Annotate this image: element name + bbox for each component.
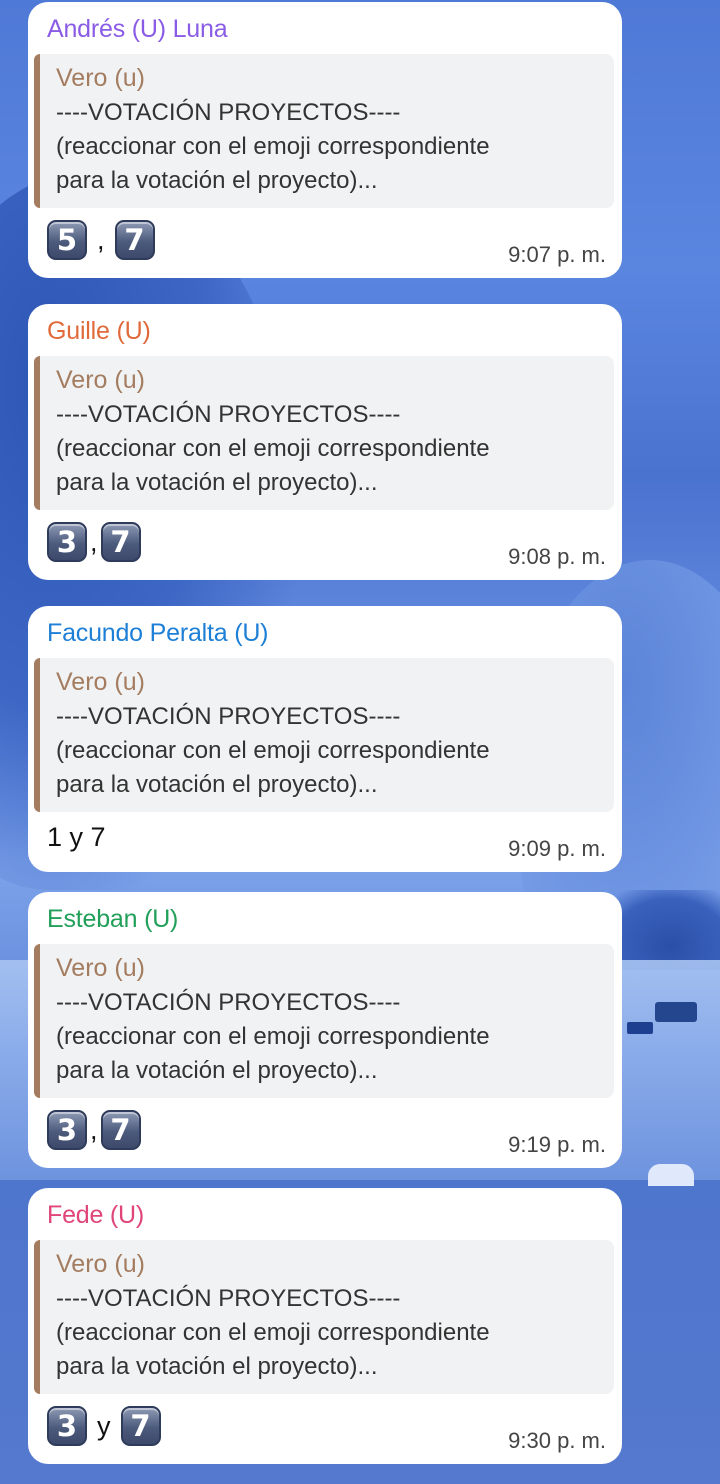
quoted-text-line: (reaccionar con el emoji correspondiente <box>56 435 490 462</box>
reply-content: 3 , 7 <box>47 522 141 562</box>
quoted-text-line: ----VOTACIÓN PROYECTOS---- <box>56 1285 401 1312</box>
reply-row: 3 , 7 9:19 p. m. <box>46 1098 608 1168</box>
message-bubble[interactable]: Facundo Peralta (U) Vero (u) ----VOTACIÓ… <box>28 606 622 872</box>
message-list[interactable]: Andrés (U) Luna Vero (u) ----VOTACIÓN PR… <box>0 0 720 1484</box>
keycap-digit-emoji: 3 <box>47 1110 87 1150</box>
keycap-digit-emoji: 7 <box>100 522 141 562</box>
sender-name[interactable]: Guille (U) <box>47 316 608 346</box>
quote-bar <box>34 356 40 510</box>
quoted-text-line: para la votación el proyecto)... <box>56 1353 378 1380</box>
quoted-text-line: para la votación el proyecto)... <box>56 469 378 496</box>
quoted-text-line: para la votación el proyecto)... <box>56 1057 378 1084</box>
quote-bar <box>34 658 40 812</box>
keycap-digit-emoji: 3 <box>47 1406 87 1446</box>
keycap-digit-emoji: 5 <box>47 220 87 260</box>
quoted-text-line: (reaccionar con el emoji correspondiente <box>56 737 490 764</box>
sender-name[interactable]: Facundo Peralta (U) <box>47 618 608 648</box>
message-bubble[interactable]: Fede (U) Vero (u) ----VOTACIÓN PROYECTOS… <box>28 1188 622 1464</box>
sender-name[interactable]: Fede (U) <box>47 1200 608 1230</box>
message-bubble[interactable]: Andrés (U) Luna Vero (u) ----VOTACIÓN PR… <box>28 2 622 278</box>
quote-bar <box>34 944 40 1098</box>
quoted-message[interactable]: Vero (u) ----VOTACIÓN PROYECTOS---- (rea… <box>34 54 614 208</box>
quoted-text-line: ----VOTACIÓN PROYECTOS---- <box>56 401 401 428</box>
message-time: 9:07 p. m. <box>508 242 606 267</box>
message-bubble[interactable]: Guille (U) Vero (u) ----VOTACIÓN PROYECT… <box>28 304 622 580</box>
quoted-text-line: para la votación el proyecto)... <box>56 771 378 798</box>
quote-bar <box>34 1240 40 1394</box>
keycap-digit-emoji: 7 <box>100 1110 141 1150</box>
message-time: 9:08 p. m. <box>508 544 606 569</box>
quoted-text-line: ----VOTACIÓN PROYECTOS---- <box>56 99 401 126</box>
quoted-message[interactable]: Vero (u) ----VOTACIÓN PROYECTOS---- (rea… <box>34 1240 614 1394</box>
reply-separator: , <box>90 1114 98 1145</box>
quoted-sender-name: Vero (u) <box>56 668 145 696</box>
quoted-message[interactable]: Vero (u) ----VOTACIÓN PROYECTOS---- (rea… <box>34 356 614 510</box>
quoted-sender-name: Vero (u) <box>56 64 145 92</box>
keycap-digit-emoji: 7 <box>114 220 155 260</box>
quoted-text-line: para la votación el proyecto)... <box>56 167 378 194</box>
quoted-sender-name: Vero (u) <box>56 1250 145 1278</box>
quoted-text-line: ----VOTACIÓN PROYECTOS---- <box>56 989 401 1016</box>
sender-name[interactable]: Esteban (U) <box>47 904 608 934</box>
quoted-text-line: (reaccionar con el emoji correspondiente <box>56 1023 490 1050</box>
reply-row: 1 y 7 9:09 p. m. <box>46 812 608 872</box>
quoted-text-line: (reaccionar con el emoji correspondiente <box>56 133 490 160</box>
message-time: 9:09 p. m. <box>508 836 606 861</box>
quoted-message[interactable]: Vero (u) ----VOTACIÓN PROYECTOS---- (rea… <box>34 658 614 812</box>
keycap-digit-emoji: 3 <box>47 522 87 562</box>
reply-content: 3 , 7 <box>47 1110 141 1150</box>
reply-row: 3 y 7 9:30 p. m. <box>46 1394 608 1464</box>
keycap-digit-emoji: 7 <box>120 1406 161 1446</box>
quote-bar <box>34 54 40 208</box>
reply-row: 5 , 7 9:07 p. m. <box>46 208 608 278</box>
reply-content: 3 y 7 <box>47 1406 161 1446</box>
message-time: 9:19 p. m. <box>508 1132 606 1157</box>
reply-text: 1 y 7 <box>47 822 106 852</box>
quoted-sender-name: Vero (u) <box>56 954 145 982</box>
message-bubble[interactable]: Esteban (U) Vero (u) ----VOTACIÓN PROYEC… <box>28 892 622 1168</box>
reply-row: 3 , 7 9:08 p. m. <box>46 510 608 580</box>
quoted-text-line: ----VOTACIÓN PROYECTOS---- <box>56 703 401 730</box>
quoted-message[interactable]: Vero (u) ----VOTACIÓN PROYECTOS---- (rea… <box>34 944 614 1098</box>
quoted-text-line: (reaccionar con el emoji correspondiente <box>56 1319 490 1346</box>
reply-separator: , <box>90 526 98 557</box>
quoted-sender-name: Vero (u) <box>56 366 145 394</box>
reply-separator: , <box>97 224 105 255</box>
sender-name[interactable]: Andrés (U) Luna <box>47 14 608 44</box>
reply-separator: y <box>97 1410 111 1441</box>
message-time: 9:30 p. m. <box>508 1428 606 1453</box>
reply-content: 5 , 7 <box>47 220 155 260</box>
